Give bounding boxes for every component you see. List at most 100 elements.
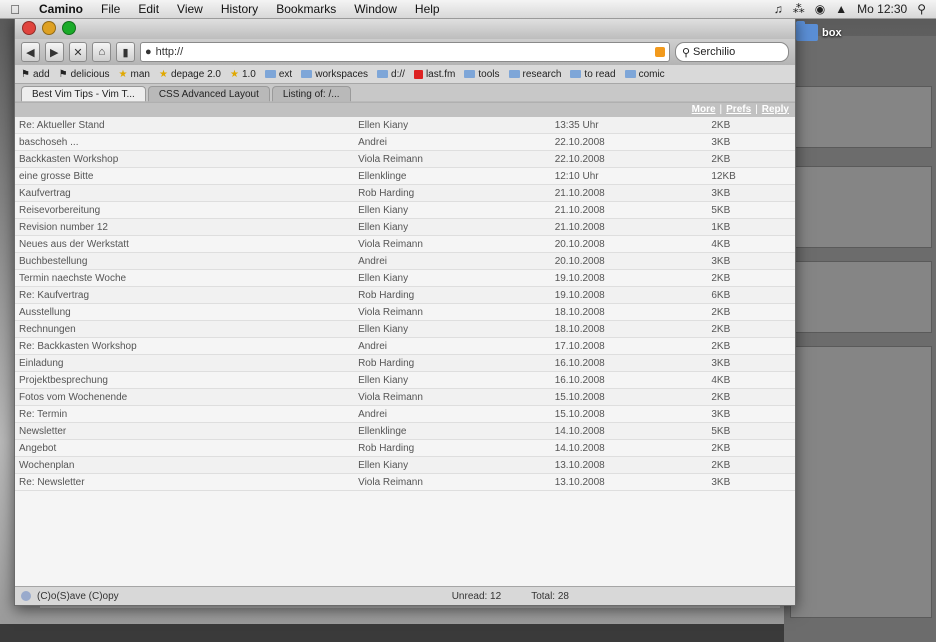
- size-cell: 3KB: [707, 133, 795, 151]
- bookmark-item[interactable]: ⚑ add: [21, 69, 50, 80]
- sender-cell: Viola Reimann: [354, 303, 551, 321]
- table-row[interactable]: eine grosse Bitte Ellenklinge 12:10 Uhr 12K…: [15, 167, 795, 185]
- wifi-icon[interactable]: ◉: [815, 2, 825, 16]
- table-row[interactable]: Newsletter Ellenklinge 14.10.2008 5KB: [15, 422, 795, 440]
- sender-cell: Andrei: [354, 252, 551, 270]
- search-field[interactable]: ⚲ Serchilio: [674, 42, 789, 62]
- bookmark-toggle-icon[interactable]: ▮: [116, 42, 135, 62]
- bookmark-item[interactable]: ext: [264, 68, 293, 80]
- size-cell: 2KB: [707, 117, 795, 134]
- table-row[interactable]: Termin naechste Woche Ellen Kiany 19.10.20…: [15, 269, 795, 287]
- table-row[interactable]: Rechnungen Ellen Kiany 18.10.2008 2KB: [15, 320, 795, 338]
- bookmark-label: 1.0: [241, 68, 256, 80]
- rss-feed-icon[interactable]: [654, 47, 665, 57]
- volume-icon[interactable]: ▲: [835, 2, 847, 16]
- menu-edit[interactable]: Edit: [129, 2, 168, 16]
- menu-window[interactable]: Window: [345, 2, 406, 16]
- table-row[interactable]: Re: Kaufvertrag Rob Harding 19.10.2008 6KB: [15, 286, 795, 304]
- size-cell: 1KB: [707, 218, 795, 236]
- bookmark-label: d://: [391, 68, 405, 80]
- table-row[interactable]: Angebot Rob Harding 14.10.2008 2KB: [15, 439, 795, 457]
- date-cell: 16.10.2008: [550, 354, 708, 372]
- date-cell: 15.10.2008: [550, 405, 708, 423]
- window-titlebar[interactable]: [15, 17, 795, 39]
- bookmark-item[interactable]: ★ 1.0: [230, 69, 256, 80]
- table-row[interactable]: Re: Newsletter Viola Reimann 13.10.2008 3KB: [15, 473, 795, 491]
- spotlight-search-icon[interactable]: ⚲: [917, 2, 926, 16]
- unread-count: Unread: 12: [451, 590, 502, 602]
- desktop-folder[interactable]: box: [796, 21, 856, 41]
- sender-cell: Viola Reimann: [354, 150, 551, 168]
- bookmark-label: ext: [278, 68, 293, 80]
- bookmark-item[interactable]: tools: [464, 69, 500, 80]
- bookmark-item[interactable]: ★ man: [119, 69, 150, 80]
- table-row[interactable]: Fotos vom Wochenende Viola Reimann 15.10.2…: [15, 388, 795, 406]
- lastfm-icon: [413, 69, 423, 79]
- size-cell: 2KB: [707, 337, 795, 355]
- back-arrow-icon[interactable]: ◀: [21, 42, 40, 62]
- table-row[interactable]: Buchbestellung Andrei 20.10.2008 3KB: [15, 252, 795, 270]
- size-cell: 3KB: [707, 354, 795, 372]
- zoom-button[interactable]: [62, 21, 76, 35]
- table-row[interactable]: Projektbesprechung Ellen Kiany 16.10.2008 4…: [15, 371, 795, 389]
- table-row[interactable]: baschoseh ... Andrei 22.10.2008 3KB: [15, 133, 795, 151]
- subject-cell: Reisevorbereitung: [15, 201, 355, 219]
- bookmark-item[interactable]: research: [508, 69, 561, 80]
- table-row[interactable]: Neues aus der Werkstatt Viola Reimann 20.1…: [15, 235, 795, 253]
- menu-history[interactable]: History: [212, 2, 267, 16]
- url-field[interactable]: ● http://: [139, 42, 670, 62]
- bookmark-label: workspaces: [315, 68, 369, 80]
- folder-icon: [508, 70, 520, 78]
- table-row[interactable]: Re: Backkasten Workshop Andrei 17.10.2008 2…: [15, 337, 795, 355]
- menu-file[interactable]: File: [92, 2, 129, 16]
- size-cell: 4KB: [707, 235, 795, 253]
- forward-arrow-icon[interactable]: ▶: [44, 42, 64, 62]
- table-row[interactable]: Ausstellung Viola Reimann 18.10.2008 2KB: [15, 303, 795, 321]
- table-row[interactable]: Re: Aktueller Stand Ellen Kiany 13:35 Uhr 2…: [15, 117, 795, 134]
- clock-text[interactable]: Mo 12:30: [857, 2, 907, 16]
- desktop-folder-label: box: [822, 26, 842, 39]
- menu-help[interactable]: Help: [406, 2, 449, 16]
- bookmark-item[interactable]: ⚑ delicious: [59, 69, 110, 80]
- tab-css-advanced-layout[interactable]: CSS Advanced Layout: [147, 86, 270, 102]
- menu-view[interactable]: View: [168, 2, 212, 16]
- table-row[interactable]: Re: Termin Andrei 15.10.2008 3KB: [15, 405, 795, 423]
- minimize-button[interactable]: [42, 21, 56, 35]
- bookmark-label: man: [130, 68, 150, 80]
- prefs-link[interactable]: Prefs: [726, 104, 751, 115]
- subject-cell: eine grosse Bitte: [15, 167, 355, 185]
- folder-icon: [464, 70, 476, 78]
- size-cell: 6KB: [707, 286, 795, 304]
- bookmark-item[interactable]: ★ depage 2.0: [159, 69, 221, 80]
- star-icon: ★: [118, 68, 128, 80]
- bookmark-item[interactable]: to read: [570, 69, 616, 80]
- menu-app-name[interactable]: Camino: [30, 2, 92, 16]
- menu-bookmarks[interactable]: Bookmarks: [267, 2, 345, 16]
- tab-best-vim-tips[interactable]: Best Vim Tips - Vim T...: [21, 86, 146, 102]
- browser-window: ◀ ▶ ✕ ⌂ ▮ ● http:// ⚲ Serchilio ⚑ add ⚑ del…: [14, 16, 796, 606]
- date-cell: 22.10.2008: [550, 150, 708, 168]
- bluetooth-icon[interactable]: ⁂: [793, 2, 805, 16]
- table-row[interactable]: Wochenplan Ellen Kiany 13.10.2008 2KB: [15, 456, 795, 474]
- bookmark-item[interactable]: workspaces: [301, 69, 368, 80]
- bookmark-item[interactable]: comic: [624, 69, 665, 80]
- table-row[interactable]: Kaufvertrag Rob Harding 21.10.2008 3KB: [15, 184, 795, 202]
- stop-icon[interactable]: ✕: [68, 42, 88, 62]
- apple-menu-icon[interactable]: : [0, 2, 30, 17]
- more-link[interactable]: More: [692, 104, 716, 115]
- table-row[interactable]: Revision number 12 Ellen Kiany 21.10.2008 1…: [15, 218, 795, 236]
- bookmark-icon: ⚑: [58, 68, 68, 80]
- close-button[interactable]: [22, 21, 36, 35]
- music-note-icon[interactable]: ♫: [774, 2, 783, 16]
- bookmark-item[interactable]: d://: [377, 69, 405, 80]
- tab-listing[interactable]: Listing of: /...: [271, 86, 351, 102]
- reply-link[interactable]: Reply: [762, 104, 789, 115]
- table-row[interactable]: Reisevorbereitung Ellen Kiany 21.10.2008 5K…: [15, 201, 795, 219]
- menu-bar:  Camino File Edit View History Bookmark…: [0, 0, 936, 19]
- bookmark-item[interactable]: last.fm: [413, 69, 455, 80]
- table-row[interactable]: Einladung Rob Harding 16.10.2008 3KB: [15, 354, 795, 372]
- size-cell: 2KB: [707, 388, 795, 406]
- table-row[interactable]: Backkasten Workshop Viola Reimann 22.10.20…: [15, 150, 795, 168]
- sender-cell: Rob Harding: [354, 354, 551, 372]
- home-icon[interactable]: ⌂: [92, 42, 112, 62]
